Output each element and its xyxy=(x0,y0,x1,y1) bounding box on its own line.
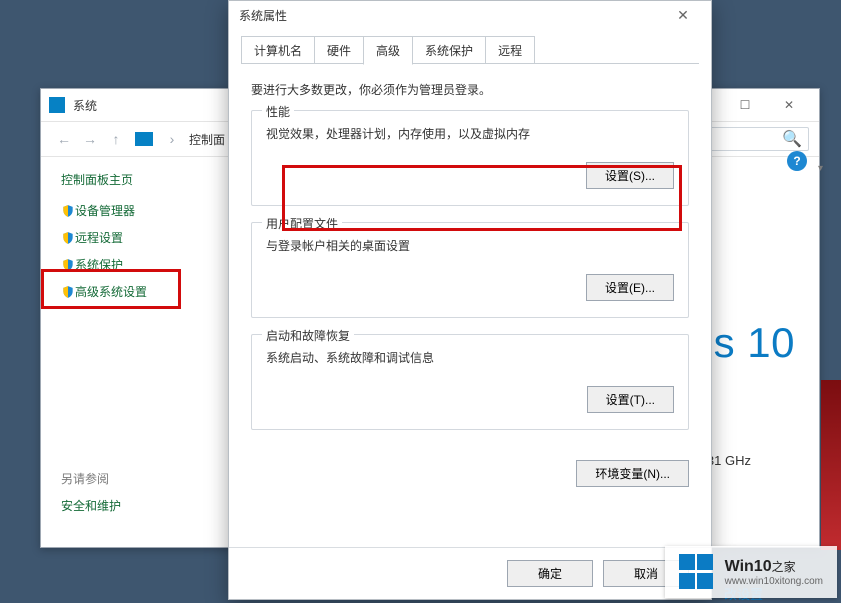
tab-underline xyxy=(241,63,699,64)
sidebar-item-label: 远程设置 xyxy=(75,229,123,246)
watermark-text: Win10之家 www.win10xitong.com xyxy=(725,558,823,587)
back-icon[interactable]: ← xyxy=(54,131,74,147)
sidebar-item-label: 系统保护 xyxy=(75,256,123,273)
admin-note: 要进行大多数更改，你必须作为管理员登录。 xyxy=(251,81,689,98)
dialog-button-row: 确定 取消 xyxy=(229,547,711,599)
user-profiles-settings-button[interactable]: 设置(E)... xyxy=(586,274,674,301)
watermark-brand: Win10之家 xyxy=(725,558,823,576)
bg-window-title: 系统 xyxy=(73,97,97,114)
sidebar-item-advanced[interactable]: 高级系统设置 xyxy=(61,283,221,300)
dialog-titlebar: 系统属性 ✕ xyxy=(229,1,711,29)
group-legend: 用户配置文件 xyxy=(262,215,342,232)
environment-variables-button[interactable]: 环境变量(N)... xyxy=(576,460,689,487)
group-desc: 系统启动、系统故障和调试信息 xyxy=(266,349,674,366)
decorative-corner xyxy=(821,380,841,550)
shield-icon xyxy=(61,204,75,218)
see-also: 另请参阅 安全和维护 xyxy=(61,470,221,514)
search-icon: 🔍 xyxy=(782,129,802,149)
sidebar-item-label: 设备管理器 xyxy=(75,202,135,219)
os-title: s 10 xyxy=(714,319,795,367)
shield-icon xyxy=(61,258,75,272)
watermark-brand-suffix: 之家 xyxy=(772,560,796,574)
sidebar-item-remote[interactable]: 远程设置 xyxy=(61,229,221,246)
sidebar-item-label: 高级系统设置 xyxy=(75,283,147,300)
group-performance: 性能 视觉效果，处理器计划，内存使用，以及虚拟内存 设置(S)... xyxy=(251,110,689,206)
tab-hardware[interactable]: 硬件 xyxy=(314,36,364,64)
see-also-item[interactable]: 安全和维护 xyxy=(61,497,221,514)
up-icon[interactable]: ↑ xyxy=(106,131,126,147)
windows-logo-icon xyxy=(679,554,715,590)
system-properties-dialog: 系统属性 ✕ 计算机名 硬件 高级 系统保护 远程 要进行大多数更改，你必须作为… xyxy=(228,0,712,600)
sidebar: 控制面板主页 设备管理器 远程设置 系统保护 高级系统设置 另请参阅 安全和维护 xyxy=(41,157,231,524)
shield-icon xyxy=(61,285,75,299)
group-legend: 性能 xyxy=(262,103,294,120)
breadcrumb-text[interactable]: 控制面 xyxy=(189,131,225,148)
computer-icon xyxy=(49,97,65,113)
group-legend: 启动和故障恢复 xyxy=(262,327,354,344)
dialog-body: 要进行大多数更改，你必须作为管理员登录。 性能 视觉效果，处理器计划，内存使用，… xyxy=(229,65,711,456)
startup-settings-button[interactable]: 设置(T)... xyxy=(587,386,674,413)
tab-protection[interactable]: 系统保护 xyxy=(412,36,486,64)
see-also-heading: 另请参阅 xyxy=(61,470,221,487)
env-row: 环境变量(N)... xyxy=(229,460,711,487)
forward-icon[interactable]: → xyxy=(80,131,100,147)
button-row: 设置(E)... xyxy=(266,274,674,301)
group-user-profiles: 用户配置文件 与登录帐户相关的桌面设置 设置(E)... xyxy=(251,222,689,318)
performance-settings-button[interactable]: 设置(S)... xyxy=(586,162,674,189)
sidebar-item-device-manager[interactable]: 设备管理器 xyxy=(61,202,221,219)
watermark-brand-main: Win10 xyxy=(725,558,772,575)
os-spec: 31 GHz xyxy=(707,453,751,468)
computer-icon xyxy=(135,132,153,146)
search-input[interactable]: 🔍 xyxy=(709,127,809,151)
sidebar-item-protection[interactable]: 系统保护 xyxy=(61,256,221,273)
group-desc: 视觉效果，处理器计划，内存使用，以及虚拟内存 xyxy=(266,125,674,142)
ok-button[interactable]: 确定 xyxy=(507,560,593,587)
group-startup-recovery: 启动和故障恢复 系统启动、系统故障和调试信息 设置(T)... xyxy=(251,334,689,430)
watermark-url: www.win10xitong.com xyxy=(725,576,823,587)
button-row: 设置(S)... xyxy=(266,162,674,189)
sidebar-heading: 控制面板主页 xyxy=(61,171,221,188)
tab-bar: 计算机名 硬件 高级 系统保护 远程 xyxy=(229,29,711,65)
close-button[interactable]: ✕ xyxy=(767,91,811,119)
watermark: Win10之家 www.win10xitong.com xyxy=(665,546,837,598)
button-row: 设置(T)... xyxy=(266,386,674,413)
chevron-right-icon: › xyxy=(162,131,182,147)
tab-advanced[interactable]: 高级 xyxy=(363,36,413,65)
tab-computer-name[interactable]: 计算机名 xyxy=(241,36,315,64)
help-icon[interactable]: ? xyxy=(787,151,807,171)
dialog-title: 系统属性 xyxy=(239,7,287,24)
group-desc: 与登录帐户相关的桌面设置 xyxy=(266,237,674,254)
maximize-button[interactable]: ☐ xyxy=(723,91,767,119)
shield-icon xyxy=(61,231,75,245)
chevron-down-icon[interactable]: ▾ xyxy=(818,163,823,174)
close-button[interactable]: ✕ xyxy=(665,3,701,27)
tab-remote[interactable]: 远程 xyxy=(485,36,535,64)
